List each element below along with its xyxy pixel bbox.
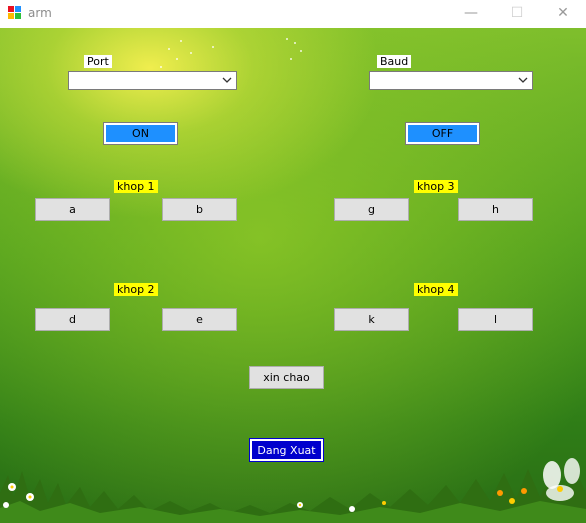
khop1-button-a[interactable]: a	[35, 198, 110, 221]
off-button-label: OFF	[408, 125, 477, 142]
on-button-label: ON	[106, 125, 175, 142]
khop3-label: khop 3	[414, 180, 458, 193]
window-title: arm	[28, 6, 52, 20]
chevron-down-icon	[222, 77, 232, 83]
grass-decoration	[0, 458, 586, 523]
khop3-button-g[interactable]: g	[334, 198, 409, 221]
khop2-button-e[interactable]: e	[162, 308, 237, 331]
close-icon[interactable]: ✕	[540, 0, 586, 28]
khop4-label: khop 4	[414, 283, 458, 296]
khop1-label: khop 1	[114, 180, 158, 193]
chevron-down-icon	[518, 77, 528, 83]
khop1-button-b[interactable]: b	[162, 198, 237, 221]
khop2-button-d[interactable]: d	[35, 308, 110, 331]
logout-button[interactable]: Dang Xuat	[249, 438, 324, 462]
on-button[interactable]: ON	[103, 122, 178, 145]
baud-label: Baud	[377, 55, 412, 68]
port-combobox[interactable]	[68, 71, 237, 90]
hello-button[interactable]: xin chao	[249, 366, 324, 389]
khop2-label: khop 2	[114, 283, 158, 296]
khop3-button-h[interactable]: h	[458, 198, 533, 221]
maximize-icon[interactable]: ☐	[494, 0, 540, 28]
off-button[interactable]: OFF	[405, 122, 480, 145]
khop4-button-l[interactable]: l	[458, 308, 533, 331]
title-bar: arm — ☐ ✕	[0, 0, 586, 28]
baud-combobox[interactable]	[369, 71, 533, 90]
app-icon	[8, 6, 21, 19]
port-label: Port	[84, 55, 112, 68]
khop4-button-k[interactable]: k	[334, 308, 409, 331]
minimize-icon[interactable]: —	[448, 0, 494, 28]
